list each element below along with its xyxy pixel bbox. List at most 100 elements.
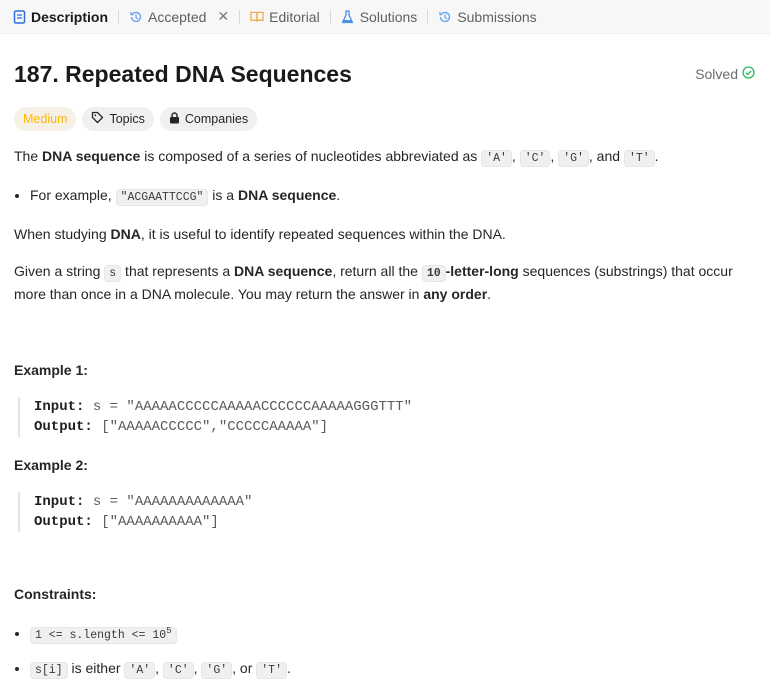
- bold-term: DNA sequence: [42, 148, 141, 164]
- inline-code: 'T': [623, 150, 655, 167]
- example-heading: Example 1:: [14, 362, 88, 378]
- bold-term: -letter-long: [445, 263, 519, 279]
- bold-term: DNA: [110, 226, 141, 242]
- tab-accepted[interactable]: Accepted ✕: [127, 0, 231, 34]
- text: is a: [208, 187, 238, 203]
- close-icon[interactable]: ✕: [217, 8, 229, 25]
- tab-description-label: Description: [31, 8, 109, 25]
- exponent: 5: [166, 626, 172, 636]
- inline-code: 'T': [256, 661, 287, 679]
- text: , or: [232, 659, 257, 676]
- tab-solutions-label: Solutions: [359, 8, 418, 25]
- example-output-line: Output: ["AAAAACCCCC","CCCCCAAAAA"]: [34, 417, 756, 437]
- tab-divider: [239, 9, 241, 24]
- inline-code: 'C': [162, 661, 194, 679]
- text: is either: [67, 659, 125, 676]
- solved-label: Solved: [695, 66, 738, 82]
- example-2: Example 2: Input: s = "AAAAAAAAAAAAA" Ou…: [14, 455, 756, 532]
- list-item: For example, "ACGAATTCCG" is a DNA seque…: [30, 185, 756, 208]
- inline-code: s[i]: [30, 661, 68, 679]
- input-label: Input:: [34, 399, 85, 415]
- inline-code: s: [104, 265, 122, 282]
- tag-row: Medium Topics Companies: [14, 107, 756, 131]
- problem-description: 187. Repeated DNA Sequences Solved Mediu…: [0, 59, 770, 681]
- topics-label: Topics: [109, 112, 145, 126]
- companies-button[interactable]: Companies: [159, 107, 258, 131]
- tab-editorial-label: Editorial: [269, 8, 320, 25]
- text: , it is useful to identify repeated sequ…: [140, 226, 506, 242]
- tab-solutions[interactable]: Solutions: [339, 0, 420, 34]
- input-label: Input:: [34, 494, 85, 510]
- constraint-code: 1 <= s.length <= 10: [35, 628, 167, 642]
- example-1: Example 1: Input: s = "AAAAACCCCCAAAAACC…: [14, 360, 756, 437]
- list-item: s[i] is either 'A', 'C', 'G', or 'T'.: [30, 658, 756, 681]
- book-icon: [250, 10, 264, 24]
- inline-code: 'C': [519, 150, 551, 167]
- text: ,: [155, 659, 163, 676]
- tag-icon: [91, 111, 104, 127]
- list-item: 1 <= s.length <= 105: [30, 621, 756, 646]
- flask-icon: [341, 9, 355, 24]
- companies-label: Companies: [184, 112, 249, 126]
- lock-icon: [169, 111, 180, 127]
- bold-term: DNA sequence: [234, 263, 333, 279]
- history-icon: [438, 10, 452, 24]
- solved-status: Solved: [695, 66, 755, 82]
- output-value: ["AAAAACCCCC","CCCCCAAAAA"]: [92, 419, 329, 435]
- bold-term: DNA sequence: [238, 187, 337, 203]
- inline-code: 1 <= s.length <= 105: [30, 626, 177, 644]
- output-label: Output:: [34, 419, 93, 435]
- example-list: For example, "ACGAATTCCG" is a DNA seque…: [14, 185, 756, 208]
- inline-code: 'G': [201, 661, 233, 679]
- tab-divider: [329, 9, 331, 24]
- description-paragraph: When studying DNA, it is useful to ident…: [14, 224, 756, 245]
- tab-divider: [427, 9, 429, 24]
- example-code-block: Input: s = "AAAAACCCCCAAAAACCCCCCAAAAAGG…: [18, 397, 756, 437]
- description-icon: [12, 9, 26, 24]
- description-paragraph: Given a string s that represents a DNA s…: [14, 261, 756, 305]
- tab-submissions[interactable]: Submissions: [436, 0, 538, 34]
- text: Given a string: [14, 263, 105, 279]
- text: ,: [511, 148, 520, 164]
- example-code-block: Input: s = "AAAAAAAAAAAAA" Output: ["AAA…: [18, 492, 756, 532]
- inline-code: 10: [421, 265, 446, 282]
- bold-term: any order: [423, 286, 488, 302]
- input-value: s = "AAAAACCCCCAAAAACCCCCCAAAAAGGGTTT": [84, 399, 413, 415]
- difficulty-badge: Medium: [14, 107, 77, 131]
- inline-code: 'A': [124, 661, 156, 679]
- difficulty-label: Medium: [23, 112, 68, 126]
- topics-button[interactable]: Topics: [82, 107, 154, 131]
- text: .: [336, 187, 341, 203]
- constraints-list: 1 <= s.length <= 105 s[i] is either 'A',…: [14, 621, 756, 681]
- inline-code: "ACGAATTCCG": [115, 189, 209, 206]
- check-circle-icon: [742, 66, 755, 82]
- output-value: ["AAAAAAAAAA"]: [92, 514, 219, 530]
- text: that represents a: [121, 263, 235, 279]
- text: , and: [588, 148, 624, 164]
- text: .: [654, 148, 659, 164]
- output-label: Output:: [34, 514, 93, 530]
- tab-submissions-label: Submissions: [457, 8, 537, 25]
- text: .: [487, 286, 492, 302]
- constraints-heading: Constraints:: [14, 586, 97, 602]
- history-icon: [129, 10, 143, 24]
- tab-bar: Description Accepted ✕ Editorial Solutio…: [0, 0, 770, 34]
- description-paragraph: The DNA sequence is composed of a series…: [14, 146, 756, 169]
- text: The: [14, 148, 43, 164]
- text: .: [286, 659, 291, 676]
- tab-accepted-label: Accepted: [148, 8, 207, 25]
- example-input-line: Input: s = "AAAAAAAAAAAAA": [34, 492, 756, 512]
- text: For example,: [30, 187, 116, 203]
- example-heading: Example 2:: [14, 457, 88, 473]
- inline-code: 'A': [481, 150, 512, 167]
- text: is composed of a series of nucleotides a…: [140, 148, 482, 164]
- text: When studying: [14, 226, 111, 242]
- tab-description[interactable]: Description: [10, 0, 110, 34]
- example-output-line: Output: ["AAAAAAAAAA"]: [34, 512, 756, 532]
- page-title: 187. Repeated DNA Sequences: [14, 60, 352, 87]
- tab-editorial[interactable]: Editorial: [248, 0, 322, 34]
- text: , return all the: [332, 263, 422, 279]
- example-input-line: Input: s = "AAAAACCCCCAAAAACCCCCCAAAAAGG…: [34, 397, 756, 417]
- title-row: 187. Repeated DNA Sequences Solved: [14, 59, 756, 89]
- input-value: s = "AAAAAAAAAAAAA": [84, 494, 253, 510]
